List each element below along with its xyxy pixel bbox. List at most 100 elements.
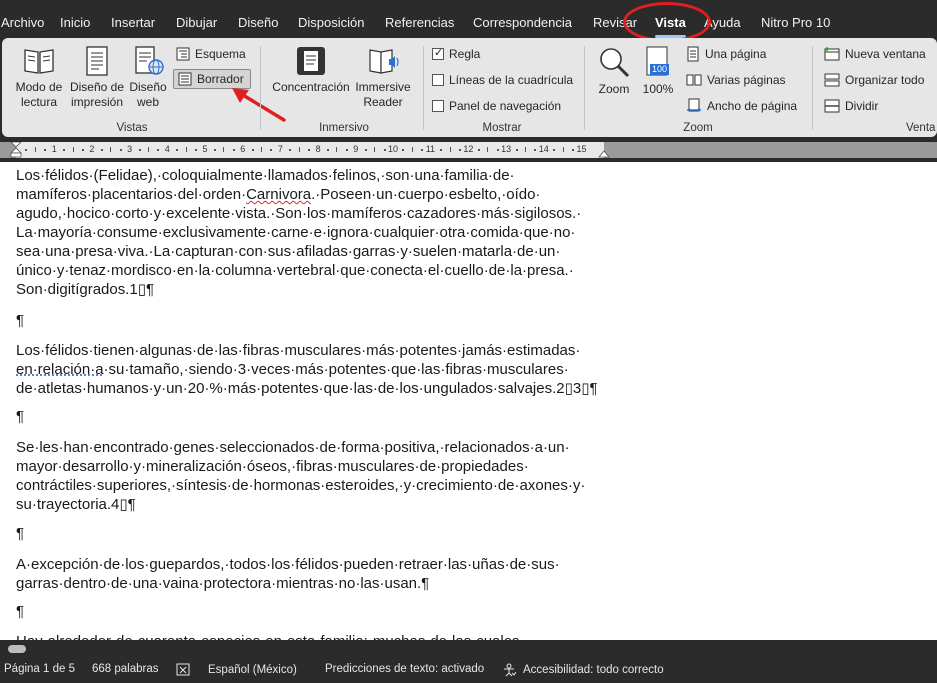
book-icon	[24, 49, 54, 74]
ancho-pagina-button[interactable]: Ancho de página	[686, 96, 797, 116]
indent-marker-icon[interactable]	[10, 142, 22, 158]
tab-correspondencia[interactable]: Correspondencia	[473, 15, 572, 40]
ruler-number: 1	[51, 144, 57, 154]
regla-checkbox[interactable]: Regla	[432, 44, 480, 64]
scrollbar-thumb[interactable]	[8, 645, 26, 653]
ruler-tick	[345, 149, 348, 151]
ruler-tick	[496, 149, 499, 151]
print-layout-icon	[86, 46, 108, 76]
page-width-icon	[687, 98, 701, 112]
ribbon: Modo de lectura Diseño de impresión Dise…	[0, 38, 937, 138]
tab-archivo[interactable]: Archivo	[1, 15, 44, 40]
ruler-container: 1 2 3 4 5 6 7 8 9 10 11 12 13 14 15	[0, 138, 937, 162]
ruler-tick	[298, 147, 300, 152]
esquema-button[interactable]: Esquema	[176, 44, 246, 64]
ruler-tick	[100, 149, 103, 151]
concentracion-button[interactable]: Concentración	[268, 46, 354, 95]
concentracion-label: Concentración	[272, 80, 350, 94]
nueva-ventana-button[interactable]: Nueva ventana	[824, 44, 926, 64]
ruler[interactable]: 1 2 3 4 5 6 7 8 9 10 11 12 13 14 15	[0, 142, 937, 158]
zoom-100-label: 100%	[642, 82, 674, 96]
text-predictions-status[interactable]: Predicciones de texto: activado	[325, 663, 484, 675]
ruler-tick	[195, 149, 198, 151]
tab-inicio[interactable]: Inicio	[60, 15, 90, 40]
page-count[interactable]: Página 1 de 5	[4, 663, 75, 675]
ruler-number: 13	[501, 144, 512, 154]
text-line: Hay·alrededor·de·cuarenta·especies·en·es…	[16, 632, 520, 640]
text-line: contráctiles·superiores,·síntesis·de·hor…	[16, 477, 586, 494]
multiple-pages-icon	[686, 74, 702, 86]
outline-icon	[176, 47, 190, 61]
tab-referencias[interactable]: Referencias	[385, 15, 454, 40]
ruler-tick	[157, 149, 160, 151]
draft-icon	[178, 72, 192, 86]
ruler-tick	[553, 149, 556, 151]
tab-dibujar[interactable]: Dibujar	[176, 15, 217, 40]
status-bar: Página 1 de 5 668 palabras Español (Méxi…	[0, 658, 937, 683]
horizontal-scrollbar[interactable]	[0, 640, 937, 658]
accessibility-status[interactable]: Accesibilidad: todo correcto	[503, 663, 664, 677]
ruler-tick	[138, 149, 141, 151]
una-pagina-button[interactable]: Una página	[686, 44, 766, 64]
right-indent-marker-icon[interactable]	[598, 149, 610, 158]
ruler-number: 12	[463, 144, 474, 154]
empty-paragraph-mark: ¶	[16, 312, 25, 329]
ruler-tick	[477, 149, 480, 151]
tab-vista[interactable]: Vista	[655, 15, 686, 40]
varias-paginas-button[interactable]: Varias páginas	[686, 70, 786, 90]
diseno-web-label: Diseño web	[129, 80, 167, 109]
dividir-button[interactable]: Dividir	[824, 96, 878, 116]
panel-navegacion-checkbox[interactable]: Panel de navegación	[432, 96, 561, 116]
text-line: Los·félidos·(Felidae),·coloquialmente·ll…	[16, 167, 515, 184]
regla-label: Regla	[449, 47, 481, 61]
zoom-button[interactable]: Zoom	[594, 46, 634, 97]
group-separator	[812, 46, 813, 130]
ruler-number: 14	[538, 144, 549, 154]
tab-ayuda[interactable]: Ayuda	[704, 15, 741, 40]
ruler-tick	[147, 147, 149, 152]
diseno-web-button[interactable]: Diseño web	[128, 46, 168, 110]
zoom-100-button[interactable]: 100 100%	[640, 46, 676, 97]
ruler-number: 3	[127, 144, 133, 154]
text-line: A·excepción·de·los·guepardos,·todos·los·…	[16, 556, 560, 573]
paragraph-2: Los·félidos·tienen·algunas·de·las·fibras…	[16, 341, 598, 398]
language-status[interactable]: Español (México)	[176, 663, 297, 676]
ruler-number: 6	[240, 144, 246, 154]
immersive-reader-button[interactable]: Immersive Reader	[354, 46, 412, 110]
lineas-cuadricula-label: Líneas de la cuadrícula	[449, 73, 574, 87]
checkbox-icon	[432, 100, 444, 112]
ruler-tick	[63, 149, 66, 151]
document-area[interactable]: Los·félidos·(Felidae),·coloquialmente·ll…	[0, 162, 937, 640]
grammar-flag: en·relación·a	[16, 361, 104, 378]
ruler-tick	[223, 147, 225, 152]
ruler-tick	[81, 149, 84, 151]
text-line: de·atletas·humanos·y·un·20·%·más·potente…	[16, 380, 598, 397]
esquema-label: Esquema	[195, 47, 246, 61]
borrador-label: Borrador	[197, 72, 244, 86]
checkbox-icon	[432, 74, 444, 86]
word-count[interactable]: 668 palabras	[92, 663, 159, 675]
text-line: Son·digitígrados.1▯¶	[16, 281, 155, 298]
empty-paragraph-mark: ¶	[16, 408, 25, 425]
tab-revisar[interactable]: Revisar	[593, 15, 637, 40]
ruler-number: 9	[353, 144, 359, 154]
ruler-tick	[524, 147, 526, 152]
tab-insertar[interactable]: Insertar	[111, 15, 155, 40]
new-window-icon	[824, 47, 840, 61]
ruler-number: 15	[576, 144, 587, 154]
tab-nitro-pro[interactable]: Nitro Pro 10	[761, 15, 830, 40]
immersive-reader-label: Immersive Reader	[355, 80, 411, 109]
ruler-tick	[270, 149, 273, 151]
ruler-tick	[261, 147, 263, 152]
diseno-impresion-button[interactable]: Diseño de impresión	[68, 46, 126, 110]
zoom-100-icon: 100	[645, 46, 671, 78]
tab-disposicion[interactable]: Disposición	[298, 15, 364, 40]
organizar-todo-button[interactable]: Organizar todo	[824, 70, 924, 90]
lineas-cuadricula-checkbox[interactable]: Líneas de la cuadrícula	[432, 70, 573, 90]
modo-lectura-button[interactable]: Modo de lectura	[12, 46, 66, 110]
tab-diseno[interactable]: Diseño	[238, 15, 278, 40]
ruler-tick	[289, 149, 292, 151]
group-label-mostrar: Mostrar	[482, 122, 522, 134]
group-label-inmersivo: Inmersivo	[319, 122, 369, 134]
ruler-tick	[119, 149, 122, 151]
